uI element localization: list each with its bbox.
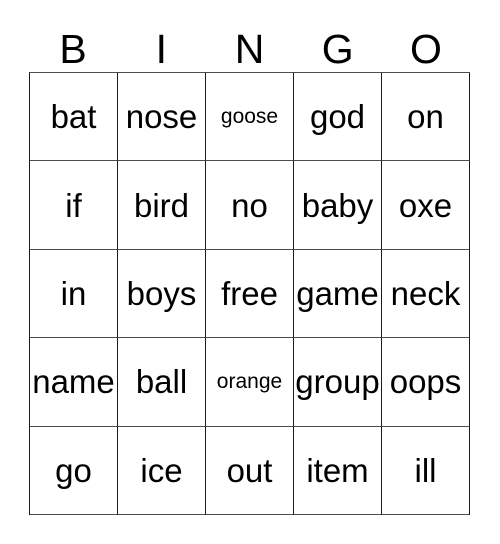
bingo-cell[interactable]: group bbox=[294, 338, 382, 427]
bingo-cell-free[interactable]: free bbox=[206, 249, 294, 339]
bingo-cell-label: out bbox=[226, 451, 273, 489]
bingo-header-letter-n: N bbox=[234, 26, 265, 72]
bingo-cell[interactable]: god bbox=[294, 73, 382, 162]
bingo-cell[interactable]: on bbox=[382, 73, 470, 162]
bingo-cell[interactable]: ball bbox=[118, 338, 206, 427]
bingo-header-row: B I N G O bbox=[29, 16, 470, 72]
bingo-cell-label: oxe bbox=[398, 186, 453, 224]
bingo-cell-label: boys bbox=[126, 275, 197, 313]
bingo-cell-label: neck bbox=[390, 275, 461, 313]
bingo-cell[interactable]: oxe bbox=[382, 161, 470, 250]
bingo-cell-label: ill bbox=[414, 451, 437, 489]
bingo-row: bat nose goose god on bbox=[30, 73, 470, 162]
bingo-cell[interactable]: orange bbox=[206, 338, 294, 427]
bingo-cell-label: name bbox=[32, 363, 115, 401]
bingo-cell-label: item bbox=[306, 451, 369, 489]
bingo-cell[interactable]: item bbox=[294, 426, 382, 516]
bingo-cell[interactable]: oops bbox=[382, 338, 470, 427]
bingo-cell-label: no bbox=[231, 186, 268, 224]
bingo-cell[interactable]: goose bbox=[206, 73, 294, 162]
bingo-card: B I N G O bat nose goose god on if bird … bbox=[0, 0, 500, 544]
bingo-cell[interactable]: out bbox=[206, 426, 294, 516]
bingo-cell-label: bird bbox=[133, 186, 190, 224]
bingo-cell[interactable]: no bbox=[206, 161, 294, 250]
bingo-cell[interactable]: baby bbox=[294, 161, 382, 250]
bingo-cell[interactable]: go bbox=[30, 426, 118, 516]
bingo-cell[interactable]: name bbox=[30, 338, 118, 427]
bingo-cell-label: baby bbox=[301, 186, 374, 224]
bingo-cell-label: if bbox=[65, 186, 82, 224]
bingo-cell-label: god bbox=[309, 98, 366, 136]
bingo-cell-label: in bbox=[60, 275, 87, 313]
bingo-cell-label: orange bbox=[216, 370, 283, 394]
bingo-header-letter-i: I bbox=[155, 26, 167, 72]
bingo-row: name ball orange group oops bbox=[30, 338, 470, 427]
bingo-cell-label: free bbox=[221, 275, 278, 313]
bingo-cell[interactable]: ice bbox=[118, 426, 206, 516]
bingo-row: in boys free game neck bbox=[30, 249, 470, 339]
bingo-cell-label: nose bbox=[125, 98, 198, 136]
bingo-cell[interactable]: neck bbox=[382, 249, 470, 339]
bingo-cell-label: game bbox=[296, 275, 379, 313]
bingo-header-letter-o: O bbox=[409, 26, 442, 72]
bingo-cell-label: oops bbox=[389, 363, 462, 401]
bingo-cell-label: group bbox=[295, 363, 380, 401]
bingo-row: go ice out item ill bbox=[30, 426, 470, 516]
bingo-row: if bird no baby oxe bbox=[30, 161, 470, 250]
bingo-cell-label: ball bbox=[135, 363, 188, 401]
bingo-cell[interactable]: if bbox=[30, 161, 118, 250]
bingo-cell[interactable]: game bbox=[294, 249, 382, 339]
bingo-cell-label: goose bbox=[220, 105, 279, 129]
bingo-cell[interactable]: boys bbox=[118, 249, 206, 339]
bingo-cell-label: ice bbox=[140, 451, 183, 489]
bingo-cell[interactable]: bat bbox=[30, 73, 118, 162]
bingo-cell[interactable]: ill bbox=[382, 426, 470, 516]
bingo-cell[interactable]: nose bbox=[118, 73, 206, 162]
bingo-cell-label: go bbox=[55, 451, 92, 489]
bingo-cell[interactable]: bird bbox=[118, 161, 206, 250]
bingo-cell-label: on bbox=[407, 98, 444, 136]
bingo-header-letter-b: B bbox=[59, 26, 87, 72]
bingo-grid: bat nose goose god on if bird no baby ox… bbox=[29, 72, 470, 516]
bingo-cell-label: bat bbox=[50, 98, 97, 136]
bingo-cell[interactable]: in bbox=[30, 249, 118, 339]
bingo-header-letter-g: G bbox=[321, 26, 354, 72]
